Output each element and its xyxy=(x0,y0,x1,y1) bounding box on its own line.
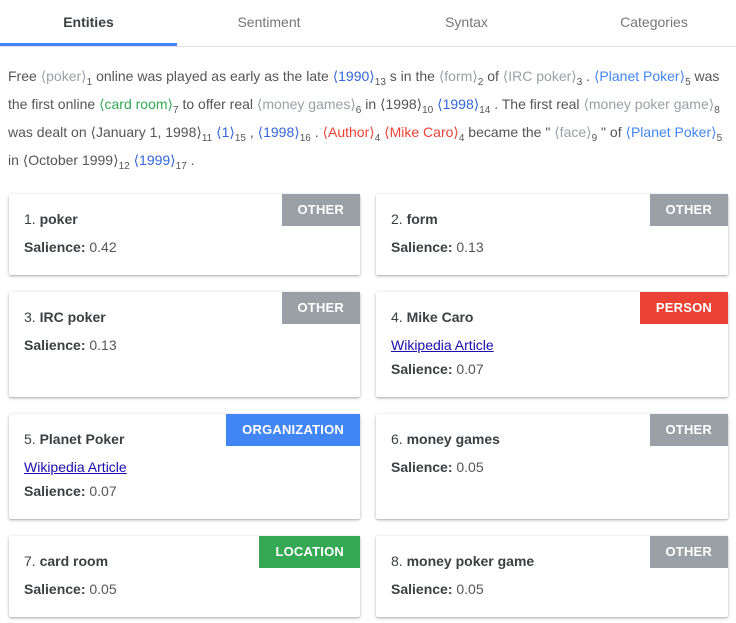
entity-card: 1. poker OTHER Salience: 0.42 xyxy=(9,194,360,275)
entity-type-badge: OTHER xyxy=(649,536,728,568)
entity-card: 5. Planet Poker ORGANIZATION Wikipedia A… xyxy=(9,414,360,519)
entity-mention[interactable]: ⟨Author⟩ xyxy=(323,124,375,140)
salience: Salience: 0.13 xyxy=(24,337,117,353)
entity-mention[interactable]: ⟨1998⟩ xyxy=(380,96,422,112)
entity-type-badge: OTHER xyxy=(281,194,360,226)
entity-mention[interactable]: ⟨1⟩ xyxy=(216,124,235,140)
entity-title: 4. Mike Caro xyxy=(391,309,474,325)
tab-syntax[interactable]: Syntax xyxy=(361,0,572,47)
salience: Salience: 0.05 xyxy=(24,581,117,597)
entity-type-badge: PERSON xyxy=(639,292,728,324)
entity-mention[interactable]: ⟨1998⟩ xyxy=(437,96,479,112)
entity-type-badge: LOCATION xyxy=(259,536,360,568)
entity-mention[interactable]: ⟨1998⟩ xyxy=(258,124,300,140)
entity-mention[interactable]: ⟨money poker game⟩ xyxy=(583,96,714,112)
entity-type-badge: OTHER xyxy=(649,414,728,446)
entity-mention[interactable]: ⟨IRC poker⟩ xyxy=(503,68,577,84)
entity-card: 7. card room LOCATION Salience: 0.05 xyxy=(9,536,360,617)
wikipedia-link[interactable]: Wikipedia Article xyxy=(391,337,494,353)
entity-mention[interactable]: ⟨money games⟩ xyxy=(257,96,356,112)
entity-card: 4. Mike Caro PERSON Wikipedia Article Sa… xyxy=(376,292,728,397)
entity-type-badge: OTHER xyxy=(649,194,728,226)
tab-categories[interactable]: Categories xyxy=(572,0,736,47)
entity-mention[interactable]: ⟨Planet Poker⟩ xyxy=(626,124,717,140)
entity-title: 5. Planet Poker xyxy=(24,431,125,447)
entity-title: 3. IRC poker xyxy=(24,309,106,325)
entity-title: 8. money poker game xyxy=(391,553,535,569)
salience: Salience: 0.05 xyxy=(391,459,484,475)
entity-title: 2. form xyxy=(391,211,438,227)
entity-mention[interactable]: ⟨October 1999⟩ xyxy=(23,152,119,168)
entity-mention[interactable]: ⟨form⟩ xyxy=(439,68,478,84)
entity-mention[interactable]: ⟨face⟩ xyxy=(554,124,591,140)
entity-card: 6. money games OTHER Salience: 0.05 xyxy=(376,414,728,519)
salience: Salience: 0.13 xyxy=(391,239,484,255)
entity-card: 8. money poker game OTHER Salience: 0.05 xyxy=(376,536,728,617)
salience: Salience: 0.42 xyxy=(24,239,117,255)
annotated-text: Free ⟨poker⟩1 online was played as early… xyxy=(8,68,723,172)
salience: Salience: 0.05 xyxy=(391,581,484,597)
tab-entities[interactable]: Entities xyxy=(0,0,177,47)
entity-mention[interactable]: ⟨card room⟩ xyxy=(99,96,173,112)
tab-bar: Entities Sentiment Syntax Categories xyxy=(0,0,736,47)
entity-mention[interactable]: ⟨1990⟩ xyxy=(333,68,375,84)
wikipedia-link[interactable]: Wikipedia Article xyxy=(24,459,127,475)
entity-card: 2. form OTHER Salience: 0.13 xyxy=(376,194,728,275)
entity-mention[interactable]: ⟨January 1, 1998⟩ xyxy=(91,124,202,140)
entity-mention[interactable]: ⟨1999⟩ xyxy=(134,152,176,168)
entity-card: 3. IRC poker OTHER Salience: 0.13 xyxy=(9,292,360,397)
entity-title: 7. card room xyxy=(24,553,109,569)
entity-mention[interactable]: ⟨poker⟩ xyxy=(41,68,87,84)
entity-title: 1. poker xyxy=(24,211,78,227)
salience: Salience: 0.07 xyxy=(24,483,117,499)
entity-type-badge: ORGANIZATION xyxy=(226,414,360,446)
entity-title: 6. money games xyxy=(391,431,500,447)
entity-mention[interactable]: ⟨Mike Caro⟩ xyxy=(384,124,459,140)
salience: Salience: 0.07 xyxy=(391,361,484,377)
entity-mention[interactable]: ⟨Planet Poker⟩ xyxy=(594,68,685,84)
tab-sentiment[interactable]: Sentiment xyxy=(177,0,361,47)
active-tab-indicator xyxy=(0,43,177,46)
entity-type-badge: OTHER xyxy=(281,292,360,324)
